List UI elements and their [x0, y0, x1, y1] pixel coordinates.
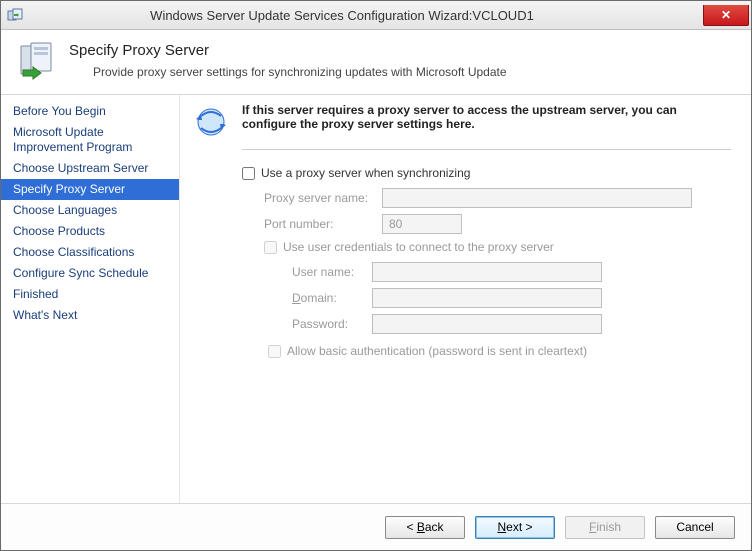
use-creds-row: Use user credentials to connect to the p… [264, 240, 731, 254]
step-improvement-program[interactable]: Microsoft Update Improvement Program [1, 122, 179, 158]
step-before-you-begin[interactable]: Before You Begin [1, 101, 179, 122]
use-creds-label: Use user credentials to connect to the p… [283, 240, 554, 254]
window-title: Windows Server Update Services Configura… [29, 8, 703, 23]
use-proxy-row: Use a proxy server when synchronizing [242, 166, 731, 180]
wizard-window: Windows Server Update Services Configura… [0, 0, 752, 551]
intro-row: If this server requires a proxy server t… [194, 103, 731, 139]
close-button[interactable]: ✕ [703, 5, 749, 26]
port-row: Port number: [264, 214, 731, 234]
username-row: User name: [292, 262, 731, 282]
step-configure-sync[interactable]: Configure Sync Schedule [1, 263, 179, 284]
wizard-body: Before You Begin Microsoft Update Improv… [1, 95, 751, 504]
proxy-name-row: Proxy server name: [264, 188, 731, 208]
proxy-settings-group: Proxy server name: Port number: Use user… [242, 188, 731, 358]
port-input[interactable] [382, 214, 462, 234]
wizard-header: Specify Proxy Server Provide proxy serve… [1, 30, 751, 95]
allow-basic-label: Allow basic authentication (password is … [287, 344, 587, 358]
credentials-group: Use user credentials to connect to the p… [264, 240, 731, 358]
app-icon [7, 7, 23, 23]
step-choose-products[interactable]: Choose Products [1, 221, 179, 242]
allow-basic-checkbox[interactable] [268, 345, 281, 358]
username-label: User name: [292, 265, 372, 279]
step-finished[interactable]: Finished [1, 284, 179, 305]
use-creds-checkbox[interactable] [264, 241, 277, 254]
step-choose-classifications[interactable]: Choose Classifications [1, 242, 179, 263]
use-proxy-label: Use a proxy server when synchronizing [261, 166, 470, 180]
proxy-name-label: Proxy server name: [264, 191, 382, 205]
password-input[interactable] [372, 314, 602, 334]
wizard-steps-sidebar: Before You Begin Microsoft Update Improv… [1, 95, 180, 503]
cancel-button[interactable]: Cancel [655, 516, 735, 539]
sync-globe-icon [194, 105, 228, 139]
header-icon [17, 40, 57, 80]
next-button[interactable]: Next > [475, 516, 555, 539]
domain-label: Domain: [292, 291, 372, 305]
page-subtitle: Provide proxy server settings for synchr… [93, 65, 507, 79]
password-label: Password: [292, 317, 372, 331]
titlebar: Windows Server Update Services Configura… [1, 1, 751, 30]
step-whats-next[interactable]: What's Next [1, 305, 179, 326]
divider [242, 149, 731, 150]
close-icon: ✕ [721, 8, 731, 22]
password-row: Password: [292, 314, 731, 334]
domain-input[interactable] [372, 288, 602, 308]
wizard-footer: < Back Next > Finish Cancel [1, 504, 751, 550]
use-proxy-checkbox[interactable] [242, 167, 255, 180]
finish-button[interactable]: Finish [565, 516, 645, 539]
username-input[interactable] [372, 262, 602, 282]
intro-text: If this server requires a proxy server t… [242, 103, 731, 131]
proxy-name-input[interactable] [382, 188, 692, 208]
page-title: Specify Proxy Server [69, 42, 507, 59]
step-choose-upstream[interactable]: Choose Upstream Server [1, 158, 179, 179]
proxy-form: Use a proxy server when synchronizing Pr… [242, 166, 731, 366]
domain-row: Domain: [292, 288, 731, 308]
back-button[interactable]: < Back [385, 516, 465, 539]
port-label: Port number: [264, 217, 382, 231]
wizard-main: If this server requires a proxy server t… [180, 95, 751, 503]
allow-basic-row: Allow basic authentication (password is … [268, 344, 731, 358]
step-specify-proxy[interactable]: Specify Proxy Server [1, 179, 179, 200]
header-titles: Specify Proxy Server Provide proxy serve… [69, 40, 507, 79]
step-choose-languages[interactable]: Choose Languages [1, 200, 179, 221]
